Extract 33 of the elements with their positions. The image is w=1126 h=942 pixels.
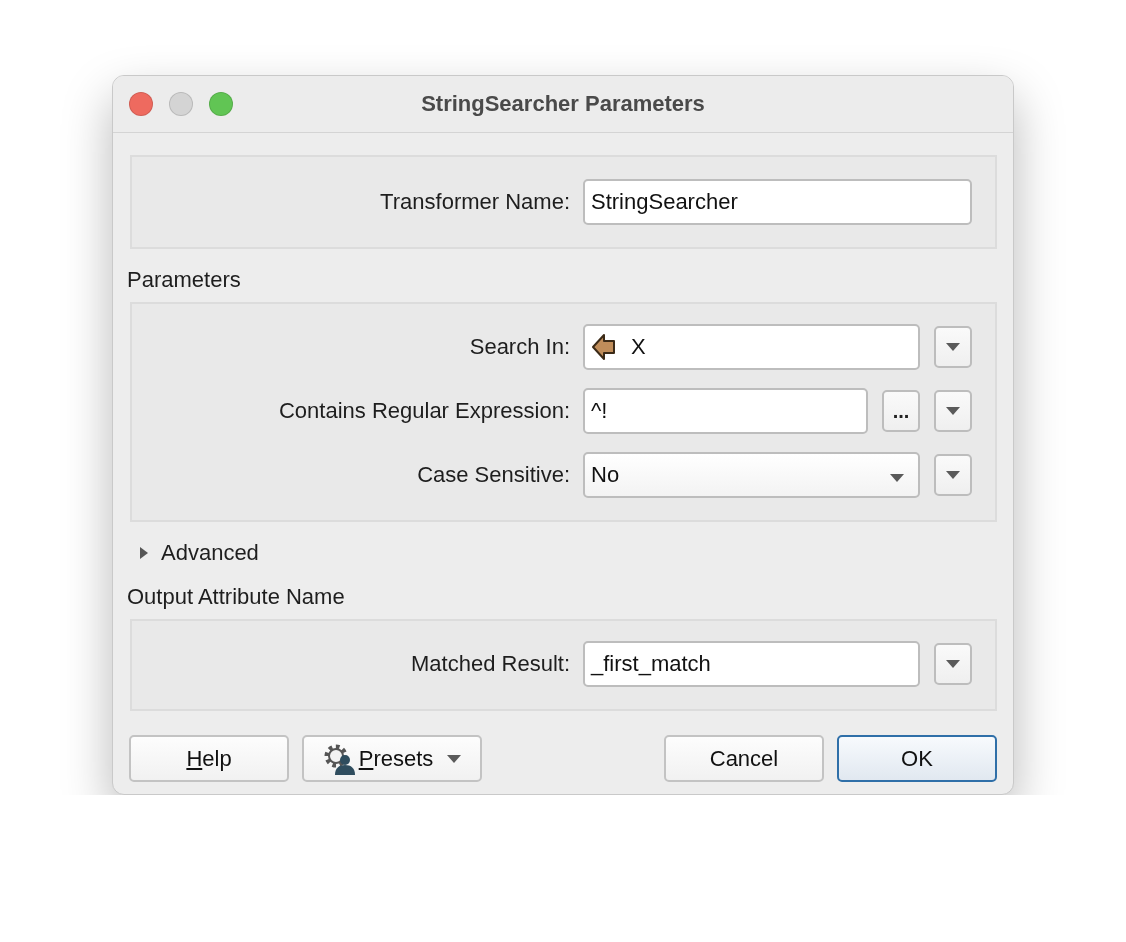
close-button[interactable]	[129, 92, 153, 116]
caret-icon	[946, 660, 960, 668]
caret-icon	[946, 343, 960, 351]
caret-icon	[890, 474, 904, 482]
menu-button[interactable]	[934, 454, 972, 496]
input-field[interactable]: _first_match	[583, 641, 920, 687]
window-title: StringSearcher Parameters	[420, 91, 706, 117]
caret-icon	[447, 754, 462, 763]
caret-icon	[946, 471, 960, 479]
ellipsis-button[interactable]: ...	[882, 390, 920, 432]
menu-button[interactable]	[934, 643, 972, 685]
dialog-button[interactable]: OK	[837, 735, 997, 782]
dialog-button[interactable]: Help	[129, 735, 289, 782]
field-label: Search In:	[468, 334, 570, 360]
collapsed-triangle-icon[interactable]	[139, 546, 149, 560]
field-label: Transformer Name:	[379, 189, 570, 215]
gear-person-icon	[322, 742, 357, 775]
section-title: Parameters	[127, 267, 242, 293]
section-toggle[interactable]: Advanced	[161, 540, 259, 566]
field-label: Matched Result:	[410, 651, 570, 677]
field-label: Contains Regular Expression:	[277, 398, 570, 424]
input-field[interactable]: ^!	[583, 388, 868, 434]
input-field[interactable]: X	[583, 324, 920, 370]
section-title: Output Attribute Name	[127, 584, 346, 610]
input-field[interactable]: StringSearcher	[583, 179, 972, 225]
presets-button[interactable]: Presets	[302, 735, 482, 782]
combo-box[interactable]: No	[583, 452, 920, 498]
menu-button[interactable]	[934, 326, 972, 368]
arrow-icon	[591, 333, 617, 361]
caret-icon	[946, 407, 960, 415]
menu-button[interactable]	[934, 390, 972, 432]
dialog-button[interactable]: Cancel	[664, 735, 824, 782]
field-label: Case Sensitive:	[416, 462, 570, 488]
